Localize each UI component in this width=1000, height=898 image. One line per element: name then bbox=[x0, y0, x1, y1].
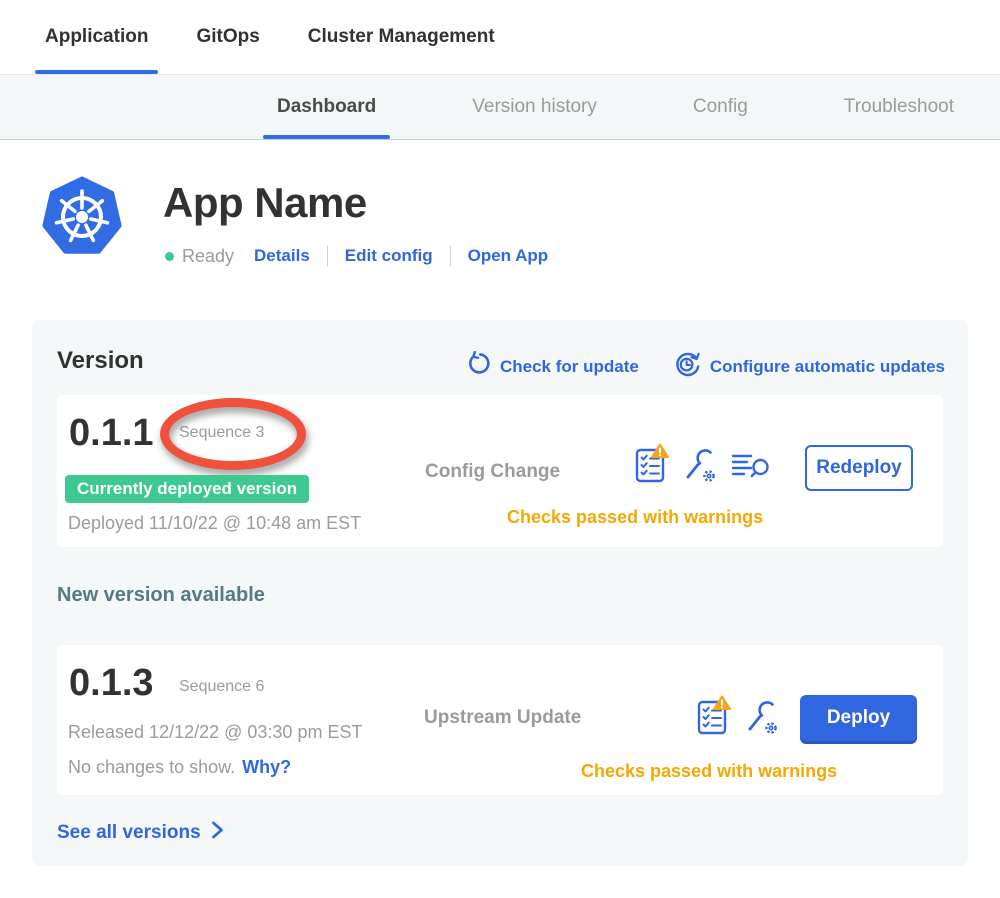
current-checks-status: Checks passed with warnings bbox=[507, 507, 763, 528]
version-card: Version Check for update Configure auto bbox=[32, 320, 968, 866]
current-version-number: 0.1.1 bbox=[69, 416, 154, 450]
tab-config[interactable]: Config bbox=[679, 75, 762, 139]
refresh-icon bbox=[465, 351, 491, 382]
link-divider bbox=[327, 246, 328, 266]
view-diff-icon[interactable] bbox=[731, 449, 771, 488]
current-version-source: Config Change bbox=[425, 461, 560, 483]
why-link[interactable]: Why? bbox=[242, 757, 291, 778]
deployed-timestamp: Deployed 11/10/22 @ 10:48 am EST bbox=[68, 513, 361, 534]
currently-deployed-badge: Currently deployed version bbox=[65, 475, 309, 503]
details-link[interactable]: Details bbox=[254, 246, 310, 266]
ready-status-dot-icon bbox=[165, 252, 174, 261]
tab-dashboard[interactable]: Dashboard bbox=[263, 75, 390, 139]
check-for-update-link[interactable]: Check for update bbox=[465, 351, 639, 382]
edit-config-link[interactable]: Edit config bbox=[345, 246, 433, 266]
tab-application[interactable]: Application bbox=[35, 0, 158, 74]
current-version-actions bbox=[635, 443, 771, 488]
app-status-label: Ready bbox=[182, 246, 234, 267]
see-all-versions-label: See all versions bbox=[57, 822, 201, 844]
chevron-right-icon bbox=[210, 820, 225, 846]
app-status-row: Ready Details Edit config Open App bbox=[165, 244, 548, 268]
preflight-checks-warning-icon[interactable] bbox=[635, 443, 669, 488]
open-app-link[interactable]: Open App bbox=[468, 246, 549, 266]
new-version-number: 0.1.3 bbox=[69, 666, 154, 700]
released-timestamp: Released 12/12/22 @ 03:30 pm EST bbox=[68, 722, 362, 743]
see-all-versions-link[interactable]: See all versions bbox=[57, 820, 225, 846]
redeploy-button[interactable]: Redeploy bbox=[805, 445, 913, 491]
tab-troubleshoot[interactable]: Troubleshoot bbox=[830, 75, 968, 139]
current-version-row: 0.1.1 Sequence 3 Currently deployed vers… bbox=[57, 395, 943, 547]
config-wrench-icon[interactable] bbox=[744, 699, 780, 740]
version-card-title: Version bbox=[57, 347, 144, 375]
new-version-row: 0.1.3 Sequence 6 Released 12/12/22 @ 03:… bbox=[57, 645, 943, 795]
tab-gitops[interactable]: GitOps bbox=[186, 0, 269, 74]
new-version-actions bbox=[697, 695, 780, 740]
tab-cluster-management[interactable]: Cluster Management bbox=[298, 0, 505, 74]
new-version-sequence: Sequence 6 bbox=[179, 678, 264, 696]
new-checks-status: Checks passed with warnings bbox=[581, 761, 837, 782]
current-version-sequence: Sequence 3 bbox=[179, 424, 264, 442]
link-divider bbox=[450, 246, 451, 266]
check-for-update-label: Check for update bbox=[500, 357, 639, 377]
page-title: App Name bbox=[163, 179, 367, 227]
deploy-button[interactable]: Deploy bbox=[800, 695, 917, 741]
update-actions: Check for update Configure automatic upd… bbox=[465, 350, 945, 383]
scheduled-update-icon bbox=[673, 350, 701, 383]
app-sub-nav: Dashboard Version history Config Trouble… bbox=[0, 75, 1000, 140]
preflight-checks-warning-icon[interactable] bbox=[697, 695, 731, 740]
new-version-source: Upstream Update bbox=[424, 707, 581, 729]
tab-version-history[interactable]: Version history bbox=[458, 75, 611, 139]
no-changes-row: No changes to show. Why? bbox=[68, 757, 291, 778]
kubernetes-logo-icon bbox=[40, 176, 124, 263]
no-changes-label: No changes to show. bbox=[68, 757, 235, 778]
new-version-heading: New version available bbox=[57, 584, 265, 607]
configure-automatic-updates-label: Configure automatic updates bbox=[710, 357, 945, 377]
config-wrench-icon[interactable] bbox=[682, 447, 718, 488]
configure-automatic-updates-link[interactable]: Configure automatic updates bbox=[673, 350, 945, 383]
top-nav: Application GitOps Cluster Management bbox=[0, 0, 1000, 75]
